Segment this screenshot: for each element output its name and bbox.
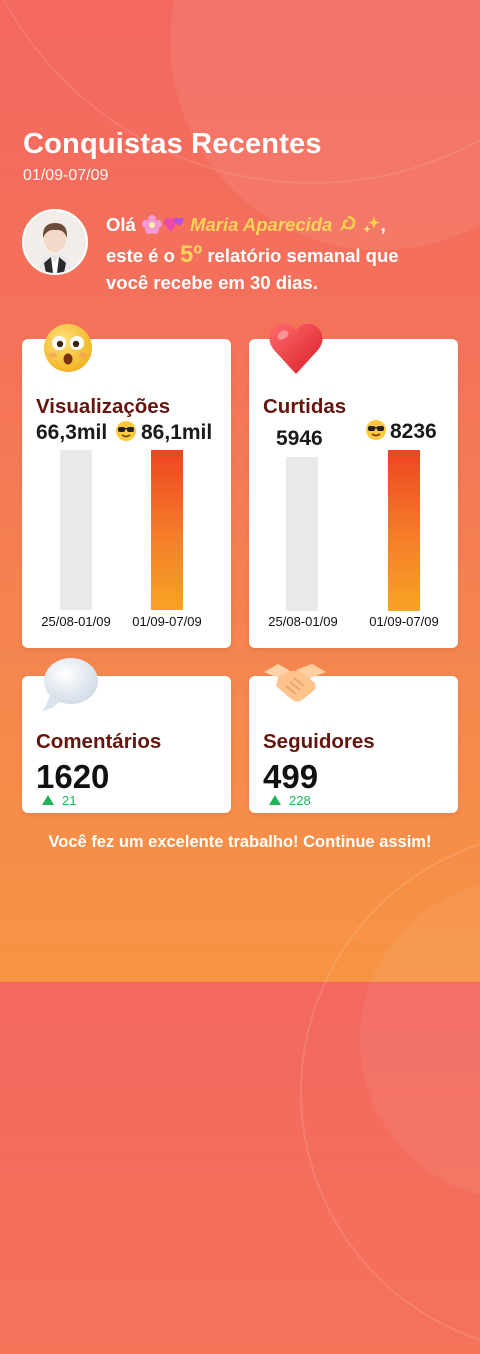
hearts-icon <box>163 214 185 241</box>
likes-label: Curtidas <box>263 395 347 418</box>
followers-value: 499 <box>263 758 319 795</box>
heart-icon <box>266 320 326 381</box>
sunglasses-face-icon <box>115 420 137 447</box>
greeting-line2-suffix: relatório semanal que <box>207 245 399 266</box>
surprised-face-icon <box>42 322 94 379</box>
followers-label: Seguidores <box>263 730 375 753</box>
date-range: 01/09-07/09 <box>23 167 109 184</box>
likes-prev-bar <box>286 457 318 611</box>
followers-delta-value: 228 <box>289 793 311 808</box>
views-prev-value: 66,3mil <box>36 421 108 444</box>
views-curr-value: 86,1mil <box>141 421 213 444</box>
footer-message: Você fez um excelente trabalho! Continue… <box>48 833 432 851</box>
greeting-hello: Olá <box>106 214 136 235</box>
greeting-line2-prefix: este é o <box>106 245 175 266</box>
user-name: Maria Aparecida <box>190 214 333 235</box>
greeting-line3: você recebe em 30 dias. <box>106 272 318 293</box>
greeting-text: Olá Maria Aparecida , este é o 5º relató… <box>106 211 466 296</box>
speech-bubble-icon <box>40 655 100 718</box>
views-prev-period: 25/08-01/09 <box>41 614 111 629</box>
handshake-icon <box>262 658 328 713</box>
page-title: Conquistas Recentes <box>23 128 322 160</box>
comments-value: 1620 <box>36 758 110 795</box>
views-card[interactable]: Visualizações 66,3mil 86,1mil 25/08-01/0… <box>22 339 231 648</box>
avatar <box>22 209 88 275</box>
sparkles-icon <box>362 214 381 241</box>
views-label: Visualizações <box>36 395 171 418</box>
likes-curr-bar <box>388 450 420 611</box>
dizzy-icon <box>338 214 358 241</box>
comments-delta: 21 <box>42 793 76 808</box>
comments-delta-value: 21 <box>62 793 77 808</box>
up-arrow-icon <box>42 795 54 805</box>
followers-delta: 228 <box>269 793 311 808</box>
flower-icon <box>141 214 163 241</box>
up-arrow-icon <box>269 795 281 805</box>
views-curr-bar <box>151 450 183 610</box>
report-rank: 5º <box>180 241 203 268</box>
likes-card[interactable]: Curtidas 5946 8236 25/08-01/09 01/09-07/… <box>249 339 458 648</box>
views-prev-bar <box>60 450 92 610</box>
sunglasses-face-icon <box>365 419 387 446</box>
likes-prev-period: 25/08-01/09 <box>268 614 338 629</box>
views-curr-period: 01/09-07/09 <box>132 614 202 629</box>
likes-curr-value: 8236 <box>390 420 437 443</box>
likes-prev-value: 5946 <box>276 427 323 450</box>
comments-label: Comentários <box>36 730 162 753</box>
likes-curr-period: 01/09-07/09 <box>369 614 439 629</box>
